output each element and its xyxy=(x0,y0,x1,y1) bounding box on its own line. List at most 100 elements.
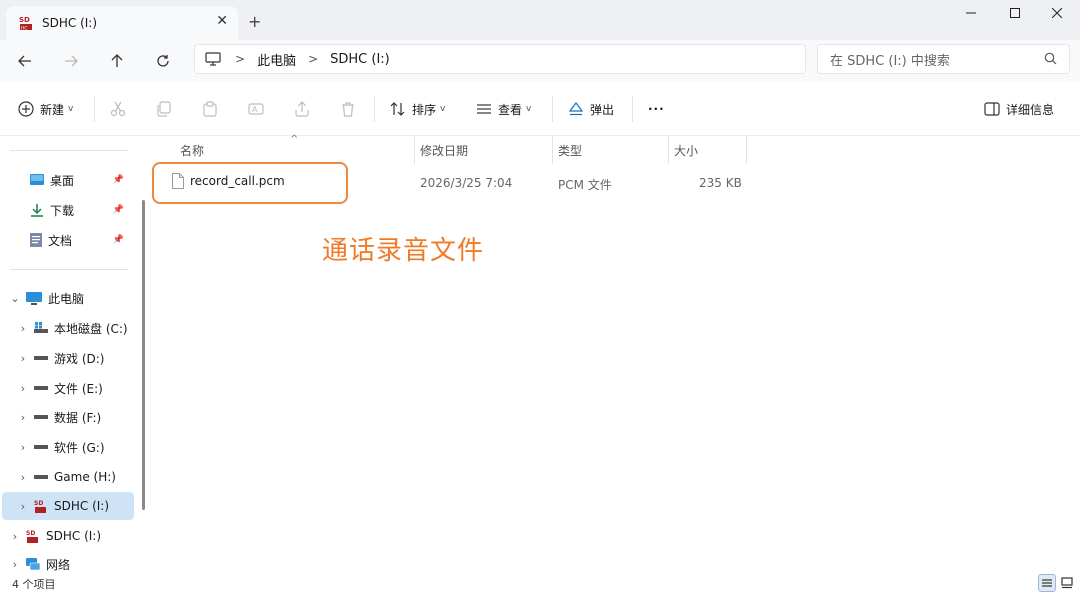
details-label: 详细信息 xyxy=(1006,102,1055,117)
sort-label: 排序 xyxy=(412,102,437,117)
refresh-button[interactable] xyxy=(150,49,176,73)
toolbar-divider xyxy=(94,96,95,122)
arrow-left-icon xyxy=(18,55,31,67)
tiles-view-button[interactable] xyxy=(1058,574,1076,592)
address-bar[interactable]: > 此电脑 > SDHC (I:) xyxy=(194,44,806,74)
paste-button[interactable] xyxy=(202,98,224,120)
breadcrumb-this-pc[interactable]: 此电脑 xyxy=(257,50,296,69)
close-window-button[interactable] xyxy=(1034,0,1080,26)
sidebar-item-label: 文件 (E:) xyxy=(54,381,103,396)
sidebar-item-desktop[interactable]: 桌面 📌 xyxy=(30,166,140,194)
chevron-right-icon[interactable]: › xyxy=(16,411,30,424)
column-header-size[interactable]: 大小 xyxy=(666,136,744,164)
forward-button[interactable] xyxy=(58,49,84,73)
cut-button[interactable] xyxy=(110,98,132,120)
column-header-type[interactable]: 类型 xyxy=(550,136,666,164)
new-button[interactable]: 新建 v xyxy=(18,98,73,120)
plus-circle-icon xyxy=(18,101,34,117)
maximize-button[interactable] xyxy=(992,0,1038,26)
sidebar-item-downloads[interactable]: 下载 📌 xyxy=(30,196,140,224)
file-size: 235 KB xyxy=(699,176,742,190)
paste-icon xyxy=(203,101,217,117)
sd-card-icon: SD xyxy=(26,530,38,543)
download-icon xyxy=(31,204,43,217)
chevron-right-icon[interactable]: › xyxy=(16,500,30,513)
chevron-down-icon[interactable]: ⌄ xyxy=(8,292,22,305)
share-button[interactable] xyxy=(294,98,316,120)
svg-text:SD: SD xyxy=(26,530,35,537)
column-divider[interactable] xyxy=(746,136,747,164)
minimize-button[interactable] xyxy=(948,0,994,26)
breadcrumb-sdhc[interactable]: SDHC (I:) xyxy=(330,52,390,67)
pin-icon[interactable]: 📌 xyxy=(113,205,124,215)
delete-button[interactable] xyxy=(340,98,362,120)
tab-close-button[interactable]: ✕ xyxy=(216,13,228,29)
chevron-right-icon[interactable]: › xyxy=(16,352,30,365)
column-header-modified[interactable]: 修改日期 xyxy=(412,136,550,164)
computer-icon xyxy=(205,52,221,66)
refresh-icon xyxy=(157,55,169,67)
highlight-box xyxy=(152,162,348,204)
sidebar-item-label: SDHC (I:) xyxy=(46,529,102,543)
tab-sdhc[interactable]: SD HC SDHC (I:) ✕ xyxy=(6,6,238,40)
sidebar-item-drive-d[interactable]: › 游戏 (D:) xyxy=(16,344,142,372)
toolbar-divider xyxy=(552,96,553,122)
drive-icon xyxy=(34,386,48,390)
search-input[interactable]: 在 SDHC (I:) 中搜索 xyxy=(817,44,1070,74)
rename-icon: A xyxy=(248,103,264,115)
pin-icon[interactable]: 📌 xyxy=(113,175,124,185)
share-icon xyxy=(295,101,309,117)
chevron-right-icon[interactable]: › xyxy=(8,558,22,571)
arrow-up-icon xyxy=(111,54,123,67)
chevron-right-icon[interactable]: › xyxy=(16,382,30,395)
drive-icon xyxy=(34,475,48,479)
document-icon xyxy=(30,233,42,247)
chevron-right-icon[interactable]: › xyxy=(16,441,30,454)
tab-bar: SD HC SDHC (I:) ✕ + xyxy=(0,0,1080,40)
tiles-view-icon xyxy=(1061,577,1073,589)
toolbar-divider xyxy=(374,96,375,122)
sidebar-item-sdhc[interactable]: › SD SDHC (I:) xyxy=(8,522,134,550)
chevron-right-icon[interactable]: › xyxy=(16,322,30,335)
details-view-button[interactable] xyxy=(1038,574,1056,592)
sidebar-item-drive-i[interactable]: › SD SDHC (I:) xyxy=(2,492,134,520)
sidebar-item-drive-g[interactable]: › 软件 (G:) xyxy=(16,433,142,461)
computer-icon xyxy=(26,291,42,305)
sidebar-item-label: 桌面 xyxy=(50,173,75,188)
rename-button[interactable]: A xyxy=(248,98,270,120)
sidebar-item-label: 下载 xyxy=(50,203,75,218)
new-tab-button[interactable]: + xyxy=(248,12,261,31)
sidebar-scrollbar[interactable] xyxy=(142,200,145,510)
sidebar-item-drive-e[interactable]: › 文件 (E:) xyxy=(16,374,142,402)
more-options-button[interactable]: ··· xyxy=(648,98,665,120)
sidebar-item-label: 本地磁盘 (C:) xyxy=(54,321,128,336)
chevron-down-icon: v xyxy=(440,104,446,114)
sidebar-item-this-pc[interactable]: ⌄ 此电脑 xyxy=(8,284,134,312)
details-pane-button[interactable]: 详细信息 xyxy=(984,98,1054,120)
back-button[interactable] xyxy=(12,49,38,73)
chevron-right-icon[interactable]: › xyxy=(16,471,30,484)
column-name-label: 名称 xyxy=(180,143,205,158)
chevron-right-icon[interactable]: › xyxy=(8,530,22,543)
sort-button[interactable]: 排序 v xyxy=(390,98,445,120)
sidebar-item-drive-c[interactable]: › 本地磁盘 (C:) xyxy=(16,314,142,342)
svg-text:SD: SD xyxy=(34,500,43,507)
column-modified-label: 修改日期 xyxy=(420,143,469,158)
copy-button[interactable] xyxy=(156,98,178,120)
view-button[interactable]: 查看 v xyxy=(476,98,531,120)
chevron-down-icon: v xyxy=(68,104,74,114)
sidebar-item-drive-h[interactable]: › Game (H:) xyxy=(16,463,142,491)
eject-label: 弹出 xyxy=(590,102,615,117)
maximize-icon xyxy=(1010,8,1020,18)
network-icon xyxy=(26,557,40,570)
search-placeholder: 在 SDHC (I:) 中搜索 xyxy=(830,53,950,69)
sort-ascending-icon: ^ xyxy=(290,134,299,145)
toolbar-divider xyxy=(632,96,633,122)
sidebar-item-documents[interactable]: 文档 📌 xyxy=(30,226,140,254)
up-button[interactable] xyxy=(104,49,130,73)
trash-icon xyxy=(342,102,354,117)
pin-icon[interactable]: 📌 xyxy=(113,235,124,245)
sidebar-item-drive-f[interactable]: › 数据 (F:) xyxy=(16,403,142,431)
eject-button[interactable]: 弹出 xyxy=(568,98,614,120)
status-bar: 4 个项目 xyxy=(0,574,1080,592)
